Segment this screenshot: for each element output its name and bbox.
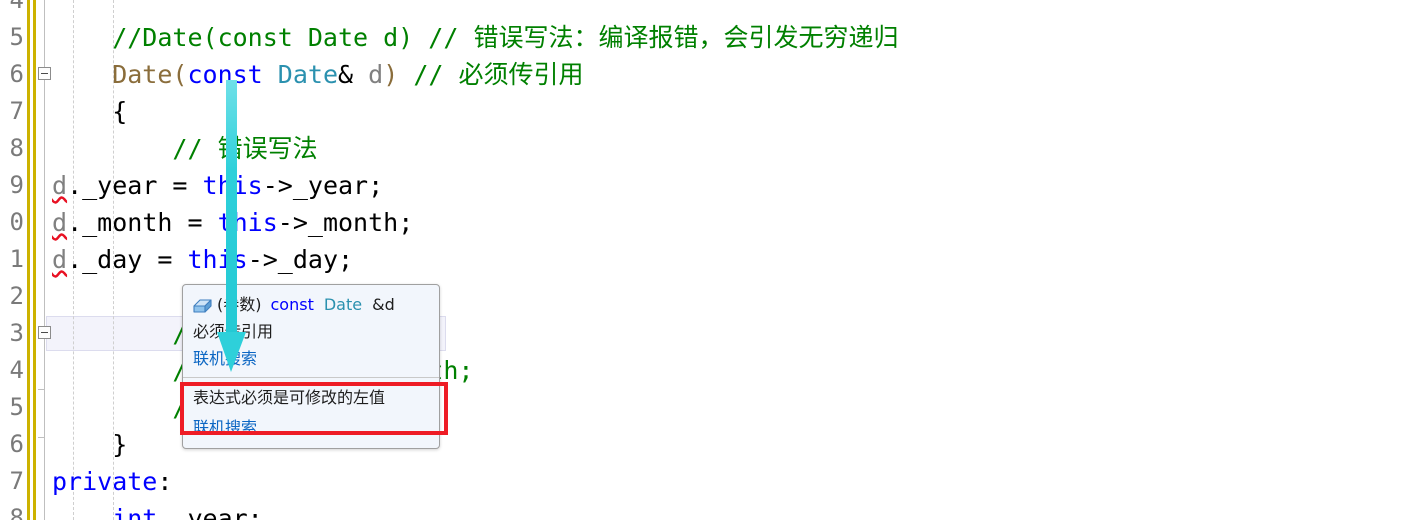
code-token-type: Date — [277, 60, 339, 89]
code-token-keyword: this — [187, 245, 248, 274]
code-line[interactable]: //Date(const Date d) // 错误写法：编译报错，会引发无穷递… — [0, 19, 1418, 56]
tooltip-kind-label: (参数) — [217, 295, 262, 314]
tooltip-keyword: const — [270, 295, 314, 314]
code-line[interactable]: // 错误写法 — [0, 130, 1418, 167]
code-line[interactable]: private: — [0, 463, 1418, 500]
text-caret — [231, 96, 233, 133]
error-annotation-box — [180, 382, 448, 435]
code-editor[interactable]: 4 5 6 7 8 9 0 1 2 3 4 5 6 7 8 //Date(con… — [0, 0, 1418, 520]
code-token-brace: { — [52, 97, 128, 126]
code-token-identifier-error: d — [52, 208, 68, 237]
code-line[interactable]: d._month = this->_month; — [0, 204, 1418, 241]
code-token-keyword: int — [52, 504, 158, 520]
code-token-comment: //Date(const Date d) // — [52, 23, 474, 52]
tooltip-type: Date — [323, 295, 363, 314]
tooltip-description: 必须传引用 — [193, 322, 274, 341]
code-token-identifier-error: d — [52, 171, 68, 200]
parameter-icon — [193, 297, 212, 314]
code-line[interactable]: { — [0, 93, 1418, 130]
code-token-brace: } — [52, 430, 128, 459]
code-token-keyword: this — [202, 171, 263, 200]
tooltip-param-name: &d — [372, 295, 395, 314]
code-token-keyword: const — [187, 60, 263, 89]
code-token-operator: & — [338, 60, 369, 89]
code-token-comment-cjk: 必须传引用 — [458, 60, 584, 89]
code-token-comment: // — [52, 134, 218, 163]
tooltip-divider — [183, 377, 439, 378]
code-token-comment-cjk: 错误写法：编译报错，会引发无穷递归 — [473, 23, 899, 52]
code-token-comment: // — [413, 60, 459, 89]
code-token-identifier: d — [368, 60, 384, 89]
code-token-keyword: private — [52, 467, 158, 496]
code-token-function: Date( — [52, 60, 188, 89]
code-line[interactable]: d._day = this->_day; — [0, 241, 1418, 278]
tooltip-signature: (参数) const Date &d — [183, 291, 439, 318]
code-line[interactable]: int _year; — [0, 500, 1418, 520]
code-line[interactable]: d._year = this->_year; — [0, 167, 1418, 204]
code-token-comment-cjk: 错误写法 — [217, 134, 318, 163]
code-token-identifier-error: d — [52, 245, 68, 274]
code-token-keyword: this — [217, 208, 278, 237]
code-line[interactable]: Date(const Date& d) // 必须传引用 — [0, 56, 1418, 93]
tooltip-search-online-link-1[interactable]: 联机搜索 — [183, 345, 439, 373]
